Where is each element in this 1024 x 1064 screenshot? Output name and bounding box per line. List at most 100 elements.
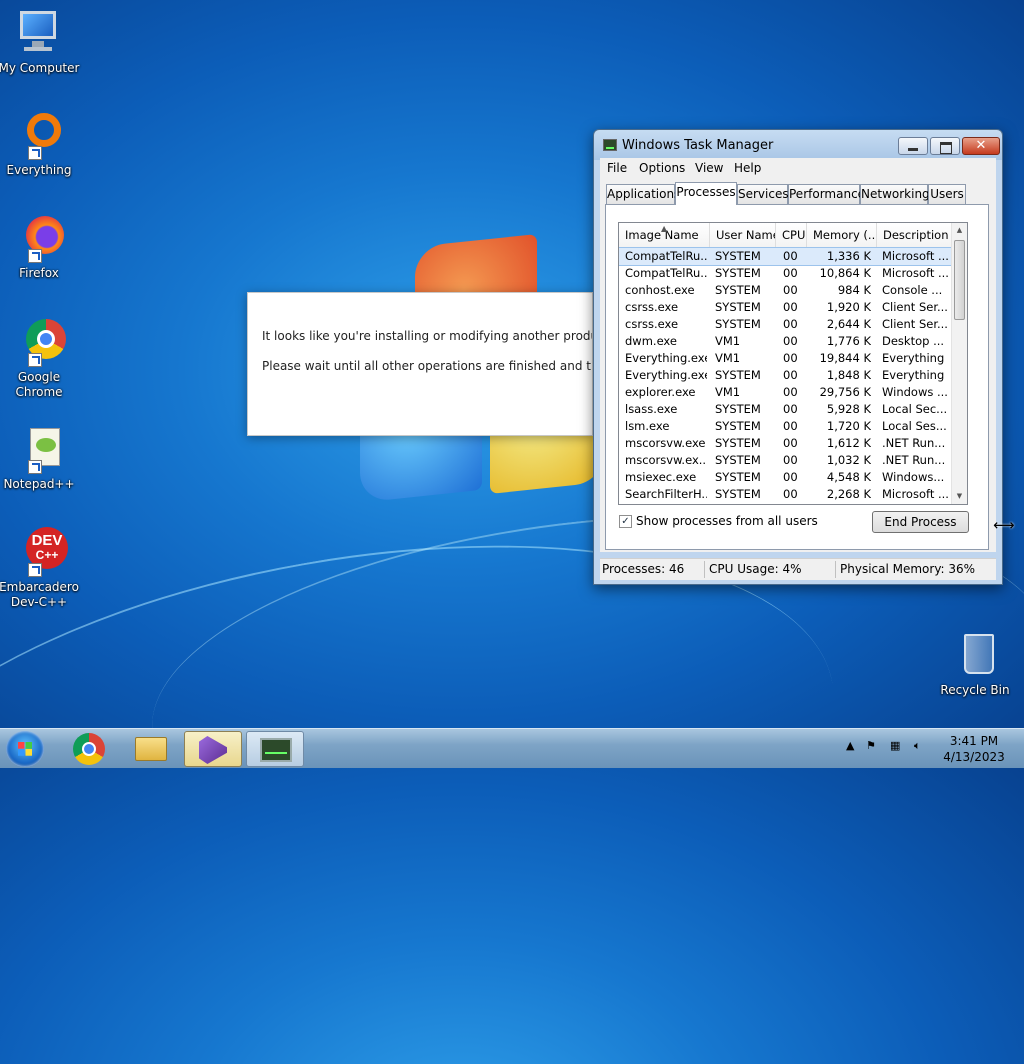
task-manager-window: Windows Task Manager ✕ File Options View… xyxy=(593,129,1003,585)
dev-cpp-icon: DEV C++ xyxy=(14,527,68,577)
minimize-button[interactable] xyxy=(898,137,928,155)
cell-user-name: VM1 xyxy=(715,385,741,399)
status-bar: Processes: 46 CPU Usage: 4% Physical Mem… xyxy=(600,558,996,580)
cell-memory: 10,864 K xyxy=(819,266,871,280)
column-header-memory[interactable]: Memory (... xyxy=(807,223,877,247)
column-header-cpu[interactable]: CPU xyxy=(776,223,807,247)
explorer-icon xyxy=(135,737,167,761)
desktop-icon-recycle-bin[interactable]: Recycle Bin xyxy=(934,630,1016,698)
cell-user-name: SYSTEM xyxy=(715,283,761,297)
cell-cpu: 00 xyxy=(783,453,798,467)
cell-user-name: SYSTEM xyxy=(715,470,761,484)
table-row[interactable]: conhost.exe SYSTEM 00 984 K Console ... xyxy=(619,282,953,299)
table-row[interactable]: mscorsvw.exe SYSTEM 00 1,612 K .NET Run... xyxy=(619,435,953,452)
taskbar-chrome-button[interactable] xyxy=(60,731,118,767)
table-row[interactable]: dwm.exe VM1 00 1,776 K Desktop ... xyxy=(619,333,953,350)
shortcut-arrow-icon xyxy=(28,353,42,367)
cell-user-name: VM1 xyxy=(715,351,741,365)
show-hidden-icons-chevron[interactable]: ▲ xyxy=(846,739,854,752)
menu-file[interactable]: File xyxy=(607,161,627,175)
menu-help[interactable]: Help xyxy=(734,161,761,175)
tab-applications[interactable]: Applications xyxy=(606,184,680,204)
menu-view[interactable]: View xyxy=(695,161,723,175)
cell-cpu: 00 xyxy=(783,419,798,433)
action-center-flag-icon[interactable]: ⚑ xyxy=(866,739,876,752)
start-button[interactable] xyxy=(6,731,44,767)
task-manager-body: Applications Processes Services Performa… xyxy=(600,178,996,552)
desktop-icon-notepad-plus-plus[interactable]: Notepad++ xyxy=(0,424,80,492)
table-row[interactable]: SearchFilterH... SYSTEM 00 2,268 K Microsoft… xyxy=(619,486,953,503)
cell-user-name: SYSTEM xyxy=(715,249,761,263)
table-row[interactable]: csrss.exe SYSTEM 00 1,920 K Client Ser... xyxy=(619,299,953,316)
cell-cpu: 00 xyxy=(783,436,798,450)
title-bar[interactable]: Windows Task Manager ✕ xyxy=(594,130,1002,160)
scroll-thumb[interactable] xyxy=(954,240,965,320)
cell-memory: 1,920 K xyxy=(826,300,871,314)
end-process-button[interactable]: End Process xyxy=(872,511,969,533)
cell-image-name: explorer.exe xyxy=(625,385,696,399)
tab-services[interactable]: Services xyxy=(737,184,789,204)
table-row[interactable]: CompatTelRu... SYSTEM 00 10,864 K Microsoft … xyxy=(619,265,953,282)
process-list[interactable]: ▲ Image Name User Name CPU Memory (... D… xyxy=(618,222,968,505)
column-header-user-name[interactable]: User Name xyxy=(710,223,776,247)
taskbar-task-manager-button[interactable] xyxy=(246,731,304,767)
desktop-icon-google-chrome[interactable]: Google Chrome xyxy=(0,317,80,400)
cell-image-name: CompatTelRu... xyxy=(625,266,707,280)
volume-muted-icon[interactable]: 🔈︎ xyxy=(914,739,921,753)
cell-user-name: SYSTEM xyxy=(715,266,761,280)
cell-user-name: SYSTEM xyxy=(715,300,761,314)
desktop-icon-firefox[interactable]: Firefox xyxy=(0,213,80,281)
cell-cpu: 00 xyxy=(783,249,798,263)
cell-memory: 29,756 K xyxy=(819,385,871,399)
network-icon[interactable]: ▦ xyxy=(890,739,900,752)
cell-image-name: CompatTelRu... xyxy=(625,249,707,263)
system-clock[interactable]: 3:41 PM 4/13/2023 xyxy=(936,733,1012,765)
table-row[interactable]: csrss.exe SYSTEM 00 2,644 K Client Ser... xyxy=(619,316,953,333)
tab-processes[interactable]: Processes xyxy=(675,182,737,205)
taskbar-visual-studio-installer-button[interactable] xyxy=(184,731,242,767)
table-row[interactable]: lsass.exe SYSTEM 00 5,928 K Local Sec... xyxy=(619,401,953,418)
column-header-description[interactable]: Description xyxy=(877,223,953,247)
cell-description: Everything xyxy=(882,368,945,382)
table-row[interactable]: Everything.exe SYSTEM 00 1,848 K Everything xyxy=(619,367,953,384)
chrome-icon xyxy=(14,317,66,367)
menu-bar: File Options View Help xyxy=(600,158,996,178)
column-header-image-name[interactable]: ▲ Image Name xyxy=(619,223,710,247)
tab-performance[interactable]: Performance xyxy=(788,184,865,204)
tab-users[interactable]: Users xyxy=(928,184,966,204)
cell-cpu: 00 xyxy=(783,351,798,365)
scroll-down-icon[interactable]: ▼ xyxy=(952,489,967,504)
desktop-icon-dev-cpp[interactable]: DEV C++ Embarcadero Dev-C++ xyxy=(0,527,80,610)
cell-memory: 984 K xyxy=(837,283,871,297)
cell-memory: 1,848 K xyxy=(826,368,871,382)
table-row[interactable]: mscorsvw.ex... SYSTEM 00 1,032 K .NET Run... xyxy=(619,452,953,469)
tab-networking[interactable]: Networking xyxy=(860,184,930,204)
table-row[interactable]: explorer.exe VM1 00 29,756 K Windows ... xyxy=(619,384,953,401)
maximize-button[interactable] xyxy=(930,137,960,155)
taskbar-explorer-button[interactable] xyxy=(122,731,180,767)
scroll-up-icon[interactable]: ▲ xyxy=(952,223,967,238)
cell-description: Windows ... xyxy=(882,385,948,399)
cell-cpu: 00 xyxy=(783,300,798,314)
status-physical-memory: Physical Memory: 36% xyxy=(840,562,976,576)
cell-cpu: 00 xyxy=(783,266,798,280)
cell-memory: 4,548 K xyxy=(826,470,871,484)
cell-image-name: lsass.exe xyxy=(625,402,678,416)
table-row[interactable]: lsm.exe SYSTEM 00 1,720 K Local Ses... xyxy=(619,418,953,435)
process-rows: CompatTelRu... SYSTEM 00 1,336 K Microsoft .… xyxy=(619,247,954,503)
close-button[interactable]: ✕ xyxy=(962,137,1000,155)
table-row[interactable]: msiexec.exe SYSTEM 00 4,548 K Windows... xyxy=(619,469,953,486)
show-all-users-checkbox[interactable]: ✓ xyxy=(619,515,632,528)
desktop-icon-everything[interactable]: Everything xyxy=(0,110,80,178)
menu-options[interactable]: Options xyxy=(639,161,685,175)
cell-cpu: 00 xyxy=(783,402,798,416)
cell-image-name: csrss.exe xyxy=(625,300,679,314)
table-row[interactable]: CompatTelRu... SYSTEM 00 1,336 K Microsoft .… xyxy=(619,247,954,266)
sort-ascending-icon: ▲ xyxy=(661,224,668,233)
cell-memory: 19,844 K xyxy=(819,351,871,365)
desktop-icon-my-computer[interactable]: My Computer xyxy=(0,8,80,76)
cell-description: Microsoft ... xyxy=(882,266,949,280)
vertical-scrollbar[interactable]: ▲ ▼ xyxy=(951,223,967,504)
processes-panel: ▲ Image Name User Name CPU Memory (... D… xyxy=(605,204,989,550)
table-row[interactable]: Everything.exe VM1 00 19,844 K Everything xyxy=(619,350,953,367)
